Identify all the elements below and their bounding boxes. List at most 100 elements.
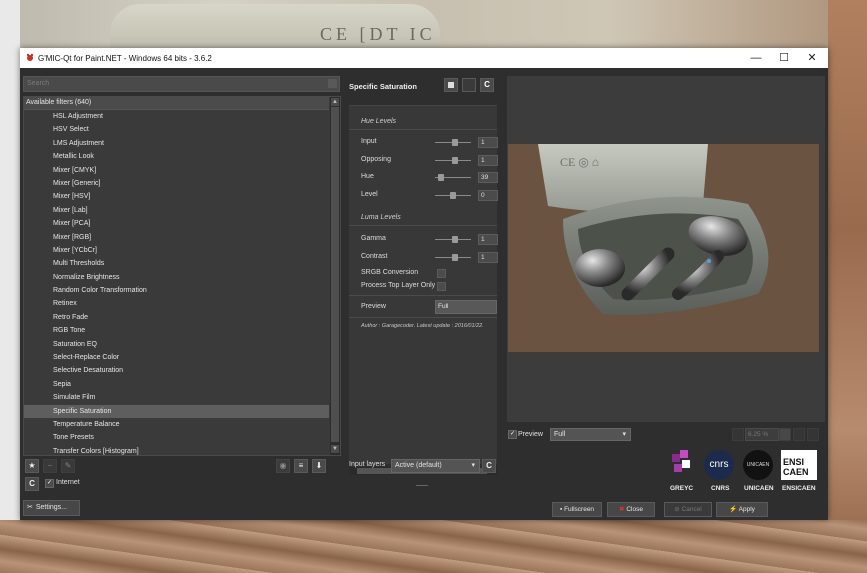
list-item[interactable]: Mixer [Generic] bbox=[24, 177, 329, 190]
srgb-conversion-checkbox[interactable] bbox=[437, 269, 446, 278]
filter-scrollbar[interactable]: ▲ ▼ bbox=[330, 97, 340, 455]
hue-levels-section: Hue Levels bbox=[361, 118, 397, 125]
preview-type-label: Preview bbox=[361, 303, 386, 310]
scroll-thumb[interactable] bbox=[331, 107, 339, 442]
zoom-out-icon[interactable] bbox=[793, 428, 805, 441]
input-spinbox[interactable]: 1 bbox=[478, 137, 498, 148]
randomize-icon[interactable] bbox=[462, 78, 476, 92]
cancel-label: Cancel bbox=[681, 506, 702, 513]
slider-knob[interactable] bbox=[438, 174, 444, 181]
apply-button[interactable]: ⚡ Apply bbox=[716, 502, 768, 517]
list-item[interactable]: RGB Tone bbox=[24, 324, 329, 337]
fullscreen-label: Fullscreen bbox=[564, 506, 595, 513]
list-item[interactable]: Normalize Brightness bbox=[24, 271, 329, 284]
slider-knob[interactable] bbox=[451, 157, 458, 164]
slider-knob[interactable] bbox=[451, 139, 458, 146]
scroll-up-icon[interactable]: ▲ bbox=[331, 98, 339, 106]
list-item[interactable]: Retinex bbox=[24, 297, 329, 310]
filter-tree[interactable]: Available filters (640) HSL Adjustment H… bbox=[23, 96, 341, 456]
level-spinbox[interactable]: 0 bbox=[478, 190, 498, 201]
filter-tree-header: Available filters (640) bbox=[24, 97, 329, 110]
unicaen-label: UNICAEN bbox=[744, 485, 774, 492]
list-item-selected[interactable]: Specific Saturation bbox=[24, 404, 329, 418]
level-slider[interactable] bbox=[435, 192, 471, 199]
hue-slider[interactable] bbox=[435, 174, 471, 181]
input-slider[interactable] bbox=[435, 139, 471, 146]
list-item[interactable]: Tone Presets bbox=[24, 431, 329, 444]
expand-collapse-icon[interactable]: ≡ bbox=[294, 459, 308, 473]
zoom-fit-icon[interactable] bbox=[732, 428, 744, 441]
download-icon[interactable]: ⬇ bbox=[312, 459, 326, 473]
slider-knob[interactable] bbox=[450, 192, 456, 199]
cancel-button[interactable]: ⊘ Cancel bbox=[664, 502, 712, 517]
close-window-button[interactable]: ✕ bbox=[798, 51, 826, 65]
list-item[interactable]: Sepia bbox=[24, 378, 329, 391]
maximize-button[interactable]: ☐ bbox=[770, 51, 798, 65]
preview-area[interactable]: CE ◎ ⌂ bbox=[507, 76, 825, 422]
list-item[interactable]: Selective Desaturation bbox=[24, 364, 329, 377]
list-item[interactable]: Mixer [HSV] bbox=[24, 190, 329, 203]
hue-spinbox[interactable]: 39 bbox=[478, 172, 498, 183]
hue-label: Hue bbox=[361, 173, 374, 180]
favorite-remove-icon[interactable]: − bbox=[43, 459, 57, 473]
process-top-layer-checkbox[interactable] bbox=[437, 282, 446, 291]
separator bbox=[349, 295, 497, 296]
preview-type-select[interactable]: Full bbox=[435, 300, 497, 314]
rename-favorite-icon[interactable]: ✎ bbox=[61, 459, 75, 473]
search-clear-icon[interactable] bbox=[328, 79, 337, 88]
contrast-slider[interactable] bbox=[435, 254, 471, 261]
opposing-slider[interactable] bbox=[435, 157, 471, 164]
list-item[interactable]: HSV Select bbox=[24, 123, 329, 136]
refresh-filters-icon[interactable]: C bbox=[25, 477, 39, 491]
gamma-spinbox[interactable]: 1 bbox=[478, 234, 498, 245]
zoom-in-icon[interactable] bbox=[779, 428, 791, 441]
input-layers-select[interactable]: Active (default) ▾ bbox=[391, 459, 480, 473]
list-item[interactable]: Retro Fade bbox=[24, 311, 329, 324]
list-item[interactable]: Random Color Transformation bbox=[24, 284, 329, 297]
chevron-down-icon: ▾ bbox=[622, 431, 626, 438]
internet-checkbox[interactable]: ✓ bbox=[45, 479, 54, 488]
minimize-button[interactable]: — bbox=[742, 51, 770, 65]
copy-command-icon[interactable] bbox=[444, 78, 458, 92]
filter-name: Specific Saturation bbox=[349, 82, 417, 91]
slider-knob[interactable] bbox=[451, 254, 458, 261]
list-item[interactable]: HSL Adjustment bbox=[24, 110, 329, 123]
partner-logos: cnrs UNICAEN ENSI CAEN GREYC CNRS UNICAE… bbox=[668, 450, 823, 496]
refresh-input-icon[interactable]: C bbox=[482, 459, 496, 473]
ensicaen-logo: ENSI CAEN bbox=[781, 450, 817, 480]
gamma-label: Gamma bbox=[361, 235, 386, 242]
gamma-slider[interactable] bbox=[435, 236, 471, 243]
list-item[interactable]: Multi Thresholds bbox=[24, 257, 329, 270]
favorite-add-icon[interactable]: ★ bbox=[25, 459, 39, 473]
separator bbox=[349, 317, 497, 318]
visibility-icon[interactable]: ◉ bbox=[276, 459, 290, 473]
list-item[interactable]: Select-Replace Color bbox=[24, 351, 329, 364]
list-item[interactable]: Simulate Film bbox=[24, 391, 329, 404]
fullscreen-button[interactable]: ▪ Fullscreen bbox=[552, 502, 602, 517]
zoom-level-field[interactable]: 6.25 % bbox=[745, 428, 779, 441]
gmic-window: G'MIC-Qt for Paint.NET - Windows 64 bits… bbox=[20, 48, 828, 520]
slider-knob[interactable] bbox=[451, 236, 458, 243]
reset-params-icon[interactable]: C bbox=[480, 78, 494, 92]
zoom-reset-icon[interactable] bbox=[807, 428, 819, 441]
settings-button[interactable]: ✂ Settings... bbox=[23, 500, 80, 516]
list-item[interactable]: LMS Adjustment bbox=[24, 137, 329, 150]
contrast-spinbox[interactable]: 1 bbox=[478, 252, 498, 263]
splitter-handle[interactable] bbox=[416, 485, 428, 486]
preview-checkbox[interactable]: ✓ bbox=[508, 430, 517, 439]
list-item[interactable]: Temperature Balance bbox=[24, 418, 329, 431]
list-item[interactable]: Mixer [YCbCr] bbox=[24, 244, 329, 257]
close-button[interactable]: ✖ Close bbox=[607, 502, 655, 517]
list-item[interactable]: Saturation EQ bbox=[24, 338, 329, 351]
list-item[interactable]: Mixer [PCA] bbox=[24, 217, 329, 230]
list-item[interactable]: Mixer [Lab] bbox=[24, 204, 329, 217]
search-input[interactable]: Search bbox=[23, 76, 340, 92]
list-item[interactable]: Metallic Look bbox=[24, 150, 329, 163]
list-item[interactable]: Mixer [CMYK] bbox=[24, 164, 329, 177]
preview-image[interactable]: CE ◎ ⌂ bbox=[508, 144, 819, 352]
scroll-down-icon[interactable]: ▼ bbox=[331, 445, 339, 453]
list-item[interactable]: Mixer [RGB] bbox=[24, 231, 329, 244]
opposing-spinbox[interactable]: 1 bbox=[478, 155, 498, 166]
list-item[interactable]: Transfer Colors [Histogram] bbox=[24, 445, 329, 455]
preview-mode-select[interactable]: Full ▾ bbox=[550, 428, 631, 441]
